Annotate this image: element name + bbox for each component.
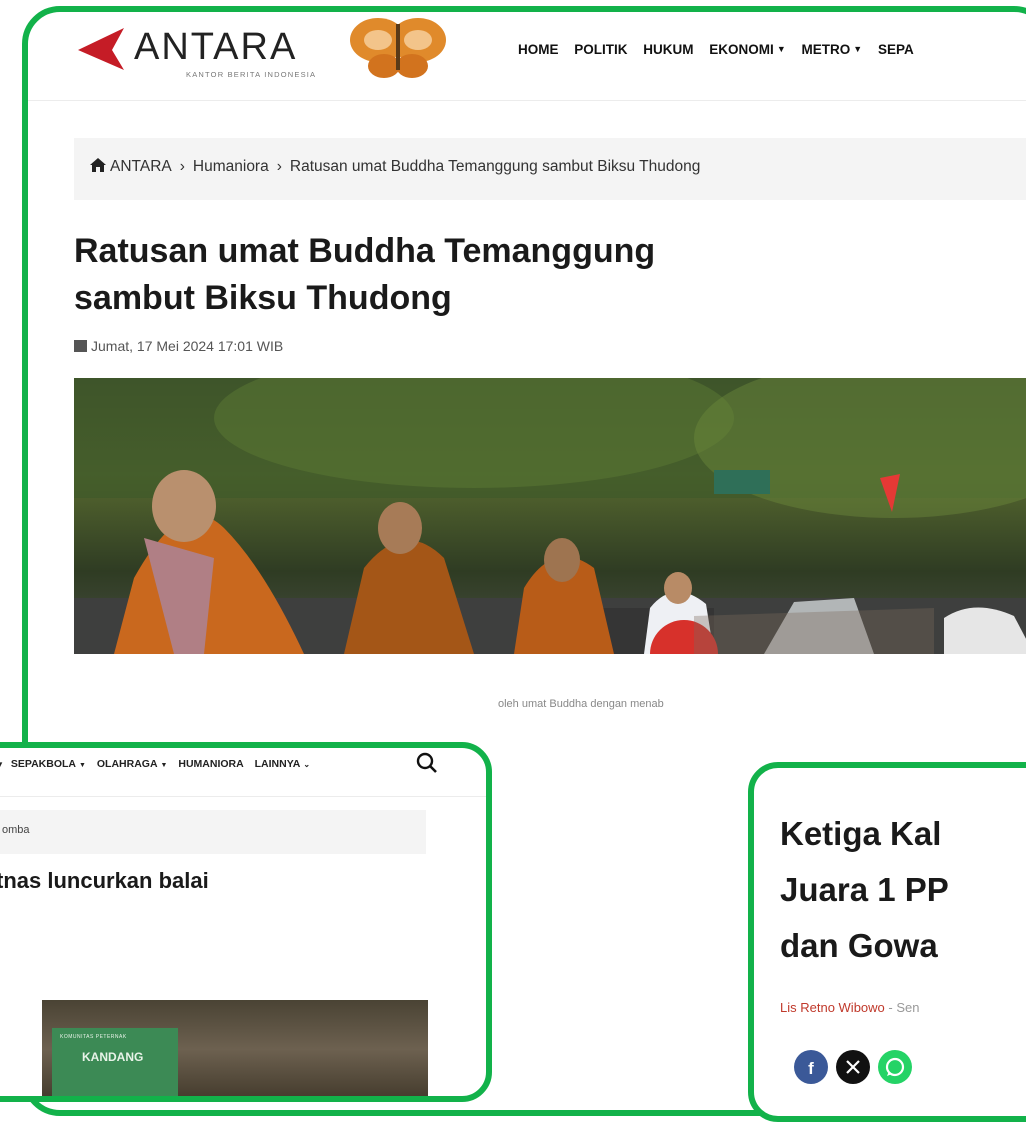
nav-item-politik[interactable]: POLITIK [574,42,627,57]
author-name[interactable]: Lis Retno Wibowo [780,1000,885,1015]
article-date-text: Jumat, 17 Mei 2024 17:01 WIB [91,338,284,354]
facebook-icon: f [794,1050,828,1084]
chevron-down-icon: ⌄ [303,760,311,769]
home-icon[interactable] [90,158,106,172]
chevron-down-icon: ▼ [0,760,4,769]
nav-item-hukum[interactable]: HUKUM [643,42,693,57]
chevron-down-icon: ▼ [776,44,786,54]
nav-item-olahraga[interactable]: OLAHRAGA ▼ [97,758,168,770]
nav-item-ekonomi[interactable]: EKONOMI ▼ [709,42,785,57]
chevron-right-icon: › [179,158,185,175]
right-title-line3: dan Gowa [780,927,938,964]
left-breadcrumb: omba [0,810,426,854]
svg-text:f: f [808,1059,814,1078]
chevron-down-icon: ▼ [853,44,863,54]
byline-meta: - Sen [884,1000,920,1015]
photo-caption: oleh umat Buddha dengan menab [498,698,664,710]
nav-item-sepakbola[interactable]: SEPAKBOLA ▼ [11,758,86,770]
site-header: ANTARA KANTOR BERITA INDONESIA HOME POLI… [28,12,1026,101]
header-divider [0,796,486,797]
secondary-article-panel-left: ▼ SEPAKBOLA▼ OLAHRAGA▼ HUMANIORA LAINNYA… [0,742,492,1102]
brand-name: ANTARA [134,26,298,68]
sign-top-text: KOMUNITAS PETERNAK [60,1034,127,1040]
secondary-article-panel-right: Ketiga Kal Juara 1 PP dan Gowa Lis Retno… [748,762,1026,1122]
article-title: Ratusan umat Buddha Temanggung sambut Bi… [74,228,974,322]
left-article-photo[interactable]: KOMUNITAS PETERNAK KANDANG [42,1000,428,1096]
antara-logo-icon [78,28,124,70]
nav-item-lainnya[interactable]: LAINNYA ⌄ [255,758,310,770]
nav-item-metro-label: METRO [801,42,851,57]
left-nav: ▼ SEPAKBOLA▼ OLAHRAGA▼ HUMANIORA LAINNYA… [0,758,318,770]
main-nav: HOME POLITIK HUKUM EKONOMI ▼ METRO ▼ SEPA [518,42,926,57]
facebook-share-button[interactable]: f [794,1050,828,1084]
monks-procession-illustration [74,378,1026,654]
nav-item-ekonomi-label: EKONOMI [709,42,774,57]
chevron-right-icon: › [276,158,282,175]
right-title-line1: Ketiga Kal [780,815,942,852]
breadcrumb: ANTARA › Humaniora › Ratusan umat Buddha Tem… [74,138,1026,200]
chevron-down-icon: ▼ [160,762,168,769]
chevron-down-icon: ▼ [79,762,86,769]
brand-tagline: KANTOR BERITA INDONESIA [186,70,317,79]
left-article-title[interactable]: tnas luncurkan balai [0,868,209,894]
nav-item-olahraga-label: OLAHRAGA [96,758,158,770]
article-date: Jumat, 17 Mei 2024 17:01 WIB [74,338,283,354]
nav-item-humaniora[interactable]: HUMANIORA [178,758,243,770]
calendar-icon [74,340,87,352]
article-byline: Lis Retno Wibowo - Sen [780,1000,919,1015]
right-article-title[interactable]: Ketiga Kal Juara 1 PP dan Gowa [780,806,949,974]
x-icon [836,1050,870,1084]
whatsapp-icon [878,1050,912,1084]
article-photo[interactable] [74,378,1026,654]
nav-item-sepakbola[interactable]: SEPA [878,42,914,57]
right-title-line2: Juara 1 PP [780,871,949,908]
nav-item-home[interactable]: HOME [518,42,559,57]
whatsapp-share-button[interactable] [878,1050,912,1084]
article-title-line2: sambut Biksu Thudong [74,279,452,317]
antara-logo[interactable]: ANTARA KANTOR BERITA INDONESIA [74,18,464,86]
breadcrumb-root[interactable]: ANTARA [110,158,172,175]
sign-main-text: KANDANG [82,1050,144,1064]
search-icon[interactable] [416,752,438,774]
nav-item-metro[interactable]: METRO ▼ [802,42,863,57]
butterfly-emblem-icon [350,18,446,78]
x-share-button[interactable] [836,1050,870,1084]
breadcrumb-current: Ratusan umat Buddha Temanggung sambut Bi… [289,158,701,175]
kandang-sign: KOMUNITAS PETERNAK KANDANG [52,1028,178,1096]
breadcrumb-section[interactable]: Humaniora [193,158,269,175]
article-title-line1: Ratusan umat Buddha Temanggung [74,232,656,270]
left-breadcrumb-tail[interactable]: omba [2,824,30,836]
nav-item-lainnya-label: LAINNYA [254,758,301,770]
nav-item-sepakbola-label: SEPAKBOLA [10,758,76,770]
